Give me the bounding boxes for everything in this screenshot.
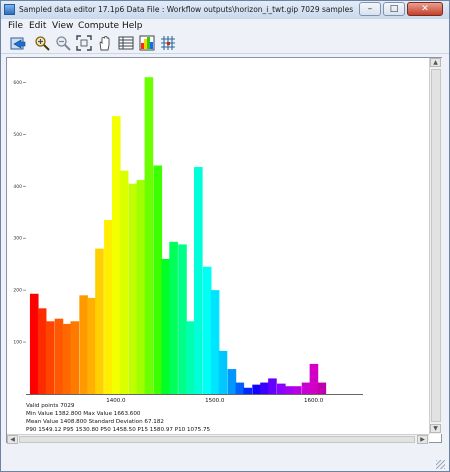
histogram-bar (169, 241, 178, 394)
histogram-bar (284, 386, 294, 394)
toolbar (1, 33, 449, 54)
histogram-bar (178, 244, 187, 394)
histogram-bar (119, 170, 129, 394)
histogram-bar (70, 321, 80, 394)
histogram-bar (62, 323, 72, 394)
vertical-scroll-thumb[interactable] (431, 69, 441, 422)
histogram-bar (301, 382, 311, 394)
histogram-bar (210, 290, 220, 394)
app-window: Sampled data editor 17.1p6 Data File : W… (0, 0, 450, 472)
open-icon[interactable] (10, 35, 26, 51)
histogram-bar (317, 382, 327, 394)
histogram-bar (54, 318, 64, 394)
table-view-icon[interactable] (118, 35, 134, 51)
grid-icon[interactable] (160, 35, 176, 51)
histogram-bar (136, 180, 146, 394)
stats-min-max: Min Value 1382.800 Max Value 1663.600 (26, 410, 141, 417)
histogram-bar (292, 386, 302, 394)
histogram-bar (153, 165, 163, 394)
y-tick-label: 600 (13, 80, 22, 86)
histogram-bar (95, 248, 104, 394)
histogram-bar (186, 321, 195, 394)
stats-valid-points: Valid points 7029 (26, 403, 75, 409)
histogram-bar (227, 369, 237, 394)
minimize-button[interactable]: – (359, 2, 381, 16)
stats-percentiles: P90 1549.12 P95 1530.80 P50 1458.50 P15 … (26, 426, 211, 433)
histogram-bar (260, 382, 269, 394)
zoom-in-icon[interactable] (34, 35, 50, 51)
y-tick-label: 400 (13, 184, 22, 190)
horizontal-scroll-thumb[interactable] (19, 436, 415, 443)
y-axis: 100 200 300 400 500 600 (13, 80, 26, 346)
zoom-out-icon[interactable] (55, 35, 71, 51)
stats-mean-stddev: Mean Value 1408.800 Standard Deviation 6… (26, 418, 164, 425)
histogram-bar (87, 297, 96, 394)
histogram-bar (202, 266, 212, 394)
histogram-bar (45, 321, 55, 394)
menu-file[interactable]: File (8, 20, 23, 33)
menu-bar: File Edit View Compute Help (1, 20, 449, 33)
histogram-bar (309, 363, 319, 394)
histogram-bar (235, 382, 245, 394)
y-tick-label: 500 (13, 132, 22, 138)
histogram-bar (252, 384, 261, 394)
histogram-bar (128, 183, 138, 394)
y-tick-label: 100 (13, 340, 22, 346)
menu-edit[interactable]: Edit (29, 20, 46, 33)
scroll-right-button[interactable]: ▶ (417, 435, 428, 444)
scroll-down-button[interactable]: ▼ (430, 424, 441, 433)
histogram-bar (161, 258, 170, 394)
scroll-up-button[interactable]: ▲ (430, 58, 441, 67)
histogram-bar (277, 383, 286, 394)
histogram-bar (268, 378, 277, 394)
horizontal-scrollbar[interactable]: ◀ ▶ (7, 434, 429, 444)
menu-view[interactable]: View (52, 20, 73, 33)
resize-grip[interactable] (436, 460, 445, 469)
maximize-button[interactable]: □ (383, 2, 405, 16)
histogram-icon[interactable] (139, 35, 155, 51)
y-tick-label: 200 (13, 288, 22, 294)
close-button[interactable]: ✕ (407, 2, 443, 16)
x-tick-label: 1600.0 (304, 398, 324, 404)
statistics-panel: Valid points 7029 Min Value 1382.800 Max… (26, 403, 210, 435)
menu-help[interactable]: Help (122, 20, 143, 33)
histogram-bar (104, 220, 113, 394)
scroll-left-button[interactable]: ◀ (7, 435, 18, 444)
fit-extents-icon[interactable] (76, 35, 92, 51)
histogram-bar (243, 387, 253, 394)
histogram-bar (111, 116, 121, 395)
title-bar: Sampled data editor 17.1p6 Data File : W… (1, 1, 449, 19)
histogram-bar (218, 350, 228, 394)
vertical-scrollbar[interactable]: ▲ ▼ (429, 58, 442, 434)
y-tick-label: 300 (13, 236, 22, 242)
histogram-bar (37, 308, 47, 394)
histogram-bar (29, 293, 39, 394)
app-icon (4, 4, 15, 15)
histogram-bar (79, 295, 88, 394)
window-title: Sampled data editor 17.1p6 Data File : W… (19, 5, 354, 14)
menu-compute[interactable]: Compute (78, 20, 119, 33)
histogram-bar (144, 77, 154, 394)
histogram-bars (29, 77, 327, 395)
histogram-chart: 100200300400500600 1400.0 1500.0 1600.0 (13, 77, 363, 404)
status-bar (1, 457, 449, 471)
pan-hand-icon[interactable] (97, 35, 113, 51)
histogram-bar (194, 167, 203, 394)
